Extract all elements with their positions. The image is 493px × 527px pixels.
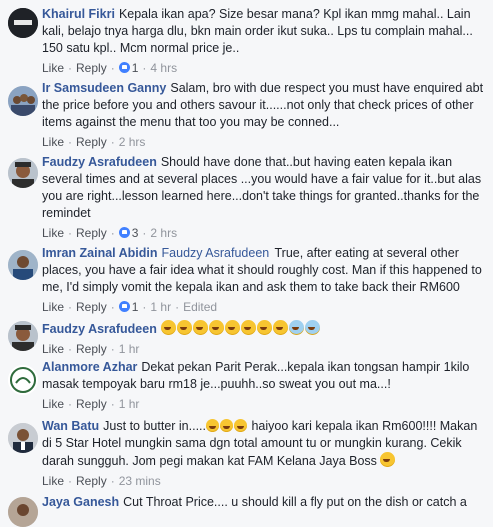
- timestamp[interactable]: 2 hrs: [119, 135, 146, 149]
- reply-link[interactable]: Reply: [76, 226, 107, 240]
- separator: ·: [68, 135, 73, 149]
- like-link[interactable]: Like: [42, 474, 64, 488]
- separator: ·: [68, 226, 73, 240]
- rofl-emoji-icon: [192, 320, 208, 335]
- comment-text: Jaya Ganesh Cut Throat Price.... u should…: [42, 494, 487, 511]
- comment-author[interactable]: Faudzy Asrafudeen: [42, 155, 157, 169]
- like-link[interactable]: Like: [42, 226, 64, 240]
- separator: ·: [110, 474, 115, 488]
- timestamp[interactable]: 23 mins: [119, 474, 161, 488]
- timestamp[interactable]: 1 hr: [119, 342, 140, 356]
- reaction-count[interactable]: 3: [132, 226, 139, 240]
- avatar[interactable]: [8, 86, 38, 116]
- separator: ·: [110, 61, 115, 75]
- tongue-emoji-icon: [220, 419, 233, 432]
- like-link[interactable]: Like: [42, 300, 64, 314]
- like-reaction-icon[interactable]: [118, 227, 130, 238]
- avatar[interactable]: [8, 250, 38, 280]
- comment-actions: Like · Reply · 1 · 1 hr · Edited: [42, 299, 487, 315]
- reaction-count[interactable]: 1: [132, 300, 139, 314]
- comment-actions: Like · Reply · 1 · 4 hrs: [42, 60, 487, 76]
- comment-text: Wan Batu Just to butter in..... haiyoo ka…: [42, 418, 487, 470]
- comment-author[interactable]: Ir Samsudeen Ganny: [42, 81, 166, 95]
- comment-author[interactable]: Wan Batu: [42, 419, 99, 433]
- separator: ·: [110, 342, 115, 356]
- separator: ·: [110, 397, 115, 411]
- like-reaction-icon[interactable]: [118, 301, 130, 312]
- rofl-emoji-icon: [224, 320, 240, 335]
- comment-actions: Like · Reply · 1 hr: [42, 396, 487, 412]
- separator: ·: [68, 300, 73, 314]
- tongue-emoji-icon: [206, 419, 219, 432]
- comment-message: Cut Throat Price.... u should kill a fly…: [123, 495, 467, 509]
- grinning-emoji-icon: [272, 320, 288, 335]
- reply-link[interactable]: Reply: [76, 135, 107, 149]
- avatar[interactable]: [8, 321, 38, 351]
- comment-author[interactable]: Alanmore Azhar: [42, 360, 137, 374]
- reply-link[interactable]: Reply: [76, 300, 107, 314]
- scream-emoji-icon: [304, 320, 320, 335]
- separator: ·: [142, 61, 147, 75]
- reply-link[interactable]: Reply: [76, 61, 107, 75]
- avatar[interactable]: [8, 8, 38, 38]
- comment-text: Imran Zainal Abidin Faudzy Asrafudeen Tru…: [42, 245, 487, 296]
- reaction-count[interactable]: 1: [132, 61, 139, 75]
- like-reaction-icon[interactable]: [118, 62, 130, 73]
- separator: ·: [142, 300, 147, 314]
- rofl-emoji-icon: [160, 320, 176, 335]
- avatar[interactable]: [8, 423, 38, 453]
- like-link[interactable]: Like: [42, 61, 64, 75]
- grinning-emoji-icon: [256, 320, 272, 335]
- rofl-emoji-icon: [208, 320, 224, 335]
- like-link[interactable]: Like: [42, 397, 64, 411]
- rofl-emoji-icon: [176, 320, 192, 335]
- comment-author[interactable]: Jaya Ganesh: [42, 495, 119, 509]
- avatar[interactable]: [8, 158, 38, 188]
- reply-link[interactable]: Reply: [76, 397, 107, 411]
- comment-actions: Like · Reply · 3 · 2 hrs: [42, 225, 487, 241]
- rofl-emoji-icon: [240, 320, 256, 335]
- like-link[interactable]: Like: [42, 135, 64, 149]
- comment-actions: Like · Reply · 1 hr: [42, 341, 487, 357]
- comment-author[interactable]: Imran Zainal Abidin: [42, 246, 158, 260]
- comment-text: Khairul Fikri Kepala ikan apa? Size besar…: [42, 6, 487, 57]
- comment-text: Ir Samsudeen Ganny Salam, bro with due re…: [42, 80, 487, 131]
- tongue-emoji-icon: [234, 419, 247, 432]
- avatar[interactable]: [8, 497, 38, 527]
- comment-message-part-a: Just to butter in.....: [103, 419, 206, 433]
- smile-emoji-icon: [380, 452, 396, 467]
- mention-link[interactable]: Faudzy Asrafudeen: [162, 246, 270, 260]
- reply-link[interactable]: Reply: [76, 474, 107, 488]
- scream-emoji-icon: [288, 320, 304, 335]
- timestamp[interactable]: 1 hr: [119, 397, 140, 411]
- comment-actions: Like · Reply · 2 hrs: [42, 134, 487, 150]
- comment-text: Faudzy Asrafudeen Should have done that..…: [42, 154, 487, 222]
- reply-link[interactable]: Reply: [76, 342, 107, 356]
- separator: ·: [110, 300, 115, 314]
- timestamp[interactable]: 4 hrs: [150, 61, 177, 75]
- emoji-row: [160, 320, 321, 336]
- comment-text: Alanmore Azhar Dekat pekan Parit Perak...…: [42, 359, 487, 393]
- separator: ·: [142, 226, 147, 240]
- separator: ·: [175, 300, 180, 314]
- like-link[interactable]: Like: [42, 342, 64, 356]
- edited-label[interactable]: Edited: [183, 300, 217, 314]
- separator: ·: [68, 61, 73, 75]
- timestamp[interactable]: 2 hrs: [150, 226, 177, 240]
- avatar[interactable]: [8, 365, 38, 395]
- comment-actions: Like · Reply · 23 mins: [42, 473, 487, 489]
- separator: ·: [110, 135, 115, 149]
- comment-text: Faudzy Asrafudeen: [42, 320, 487, 338]
- separator: ·: [68, 342, 73, 356]
- timestamp[interactable]: 1 hr: [150, 300, 171, 314]
- comment-author[interactable]: Faudzy Asrafudeen: [42, 322, 157, 336]
- separator: ·: [68, 474, 73, 488]
- separator: ·: [110, 226, 115, 240]
- comment-author[interactable]: Khairul Fikri: [42, 7, 115, 21]
- separator: ·: [68, 397, 73, 411]
